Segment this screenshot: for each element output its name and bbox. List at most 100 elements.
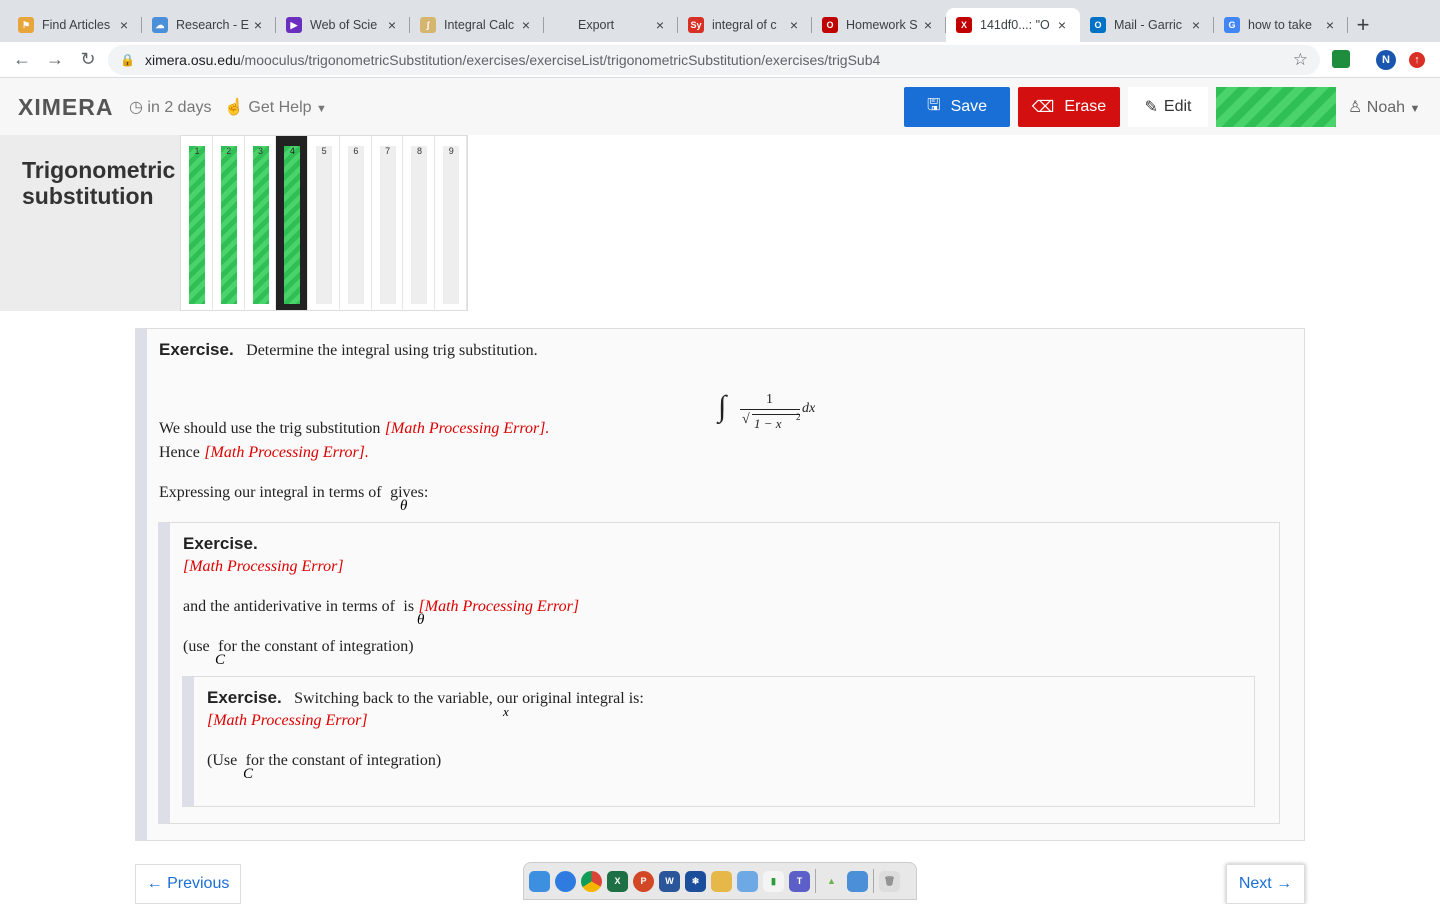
forward-icon[interactable]: → (39, 44, 71, 76)
tab-close-icon[interactable]: × (652, 17, 668, 33)
edit-button[interactable]: ✎ Edit (1128, 87, 1208, 127)
caret-down-icon: ▼ (315, 103, 327, 115)
profile-avatar[interactable]: N (1376, 50, 1396, 70)
is-text: is (403, 598, 415, 615)
exercise-number: 9 (448, 146, 454, 156)
answer-field[interactable]: [Math Processing Error] (183, 558, 344, 576)
substitution-line: We should use the trig substitution [Mat… (159, 420, 549, 438)
update-icon[interactable]: ↑ (1409, 52, 1425, 68)
antiderivative-text: and the antiderivative in terms of (183, 598, 395, 615)
address-bar[interactable]: 🔒 ximera.osu.edu/mooculus/trigonometricS… (108, 45, 1320, 75)
keynote-icon[interactable] (737, 870, 758, 892)
integral-sign: ∫ (718, 390, 727, 423)
previous-button[interactable]: ← Previous (135, 864, 241, 904)
math-error[interactable]: [Math Processing Error] (419, 598, 580, 615)
due-date: ◷ in 2 days (129, 97, 211, 117)
dock-divider (873, 869, 874, 893)
finder-icon[interactable] (529, 870, 550, 892)
constant-var: C (215, 652, 226, 668)
tab-close-icon[interactable]: × (116, 17, 132, 33)
extension-icon[interactable] (1332, 50, 1350, 68)
express-text: Expressing our integral in terms of (159, 484, 382, 501)
numbers-icon[interactable]: ▮ (763, 870, 784, 892)
installer-icon[interactable]: ▲ (821, 870, 842, 892)
tab-close-icon[interactable]: × (518, 17, 534, 33)
radical-bar (752, 414, 800, 415)
reload-icon[interactable]: ↻ (72, 44, 104, 76)
browser-tab[interactable]: ☁ Research - E × (142, 8, 276, 42)
browser-tab[interactable]: Ghow to take × (1214, 8, 1348, 42)
notes-icon[interactable] (711, 870, 732, 892)
tab-close-icon[interactable]: × (1054, 17, 1070, 33)
tab-title: Export (578, 18, 615, 32)
tab-close-icon[interactable]: × (1322, 17, 1338, 33)
get-help-menu[interactable]: ☝ Get Help ▼ (224, 97, 327, 117)
powerpoint-icon[interactable]: P (633, 870, 654, 892)
math-error: [Math Processing Error] (183, 558, 344, 575)
tab-title: Research - E (176, 18, 249, 32)
trash-icon[interactable]: 🗑 (879, 870, 900, 892)
ximera-logo[interactable]: XIMERA (18, 94, 113, 121)
exercise-nav-item[interactable]: 4 (276, 136, 309, 310)
excel-icon[interactable]: X (607, 870, 628, 892)
word-icon[interactable]: W (659, 870, 680, 892)
exercise-nav-item[interactable]: 9 (435, 136, 468, 310)
gives-text: gives: (390, 484, 429, 501)
teams-icon[interactable]: T (789, 870, 810, 892)
tab-favicon-icon: Sy (688, 17, 704, 33)
exercise-nav-item[interactable]: 6 (340, 136, 372, 310)
exercise-label: Exercise. (207, 688, 282, 707)
exercise-nav-item[interactable]: 8 (403, 136, 436, 310)
tab-favicon-icon: ☁ (152, 17, 168, 33)
period: . (364, 444, 369, 461)
browser-tab[interactable]: Export × (544, 8, 678, 42)
back-icon[interactable]: ← (6, 44, 38, 76)
erase-button[interactable]: ⌫ Erase (1018, 87, 1120, 127)
exercise-number: 6 (353, 146, 359, 156)
browser-tab[interactable]: O Mail - Garric × (1080, 8, 1214, 42)
browser-tab[interactable]: Sy integral of c × (678, 8, 812, 42)
maple-icon[interactable]: ❄ (685, 870, 706, 892)
exercise-nav-item[interactable]: 3 (245, 136, 277, 310)
theta-var: θ (400, 498, 408, 514)
exercise-prompt: Determine the integral using trig substi… (246, 342, 538, 359)
tab-close-icon[interactable]: × (1188, 17, 1204, 33)
exercise-nav-item[interactable]: 5 (308, 136, 340, 310)
save-button[interactable]: 🖫 Save (904, 87, 1010, 127)
tab-separator (1347, 17, 1348, 33)
tab-close-icon[interactable]: × (250, 17, 266, 33)
tab-close-icon[interactable]: × (920, 17, 936, 33)
get-help-label: Get Help (248, 99, 312, 116)
safari-icon[interactable] (555, 870, 576, 892)
clock-icon: ◷ (129, 99, 143, 116)
preview-icon[interactable] (847, 870, 868, 892)
exercise-number: 3 (258, 146, 264, 156)
bookmark-star-icon[interactable]: ☆ (1293, 50, 1308, 70)
tab-close-icon[interactable]: × (384, 17, 400, 33)
tab-close-icon[interactable]: × (786, 17, 802, 33)
exercise-nav-item[interactable]: 2 (213, 136, 245, 310)
browser-tab[interactable]: ▶ Web of Scie × (276, 8, 410, 42)
constant-var: C (243, 766, 254, 782)
answer-field-2[interactable]: [Math Processing Error] (207, 712, 368, 730)
activity-progress-bar[interactable] (1216, 87, 1336, 127)
exercise-nav-item[interactable]: 7 (372, 136, 404, 310)
url-path: /mooculus/trigonometricSubstitution/exer… (240, 52, 881, 68)
browser-tab[interactable]: X 141df0...: "O × (946, 8, 1080, 42)
browser-tab[interactable]: ⚑ Find Articles × (8, 8, 142, 42)
browser-tab[interactable]: ∫ Integral Calc × (410, 8, 544, 42)
browser-tab[interactable]: O Homework S × (812, 8, 946, 42)
chrome-icon[interactable] (581, 870, 602, 892)
erase-label: Erase (1064, 98, 1107, 115)
hence-line: Hence [Math Processing Error]. (159, 444, 369, 462)
math-error: [Math Processing Error] (204, 444, 365, 461)
exercise-progress-bar (379, 146, 396, 304)
dock-divider (815, 869, 816, 893)
exercise-nav-item[interactable]: 1 (181, 136, 213, 310)
user-menu[interactable]: ♙ Noah ▼ (1348, 97, 1420, 117)
new-tab-button[interactable]: + (1348, 8, 1378, 42)
user-name: Noah (1366, 99, 1406, 116)
tab-favicon-icon: G (1224, 17, 1240, 33)
next-button[interactable]: Next → (1226, 864, 1305, 904)
floppy-icon: 🖫 (926, 96, 941, 114)
